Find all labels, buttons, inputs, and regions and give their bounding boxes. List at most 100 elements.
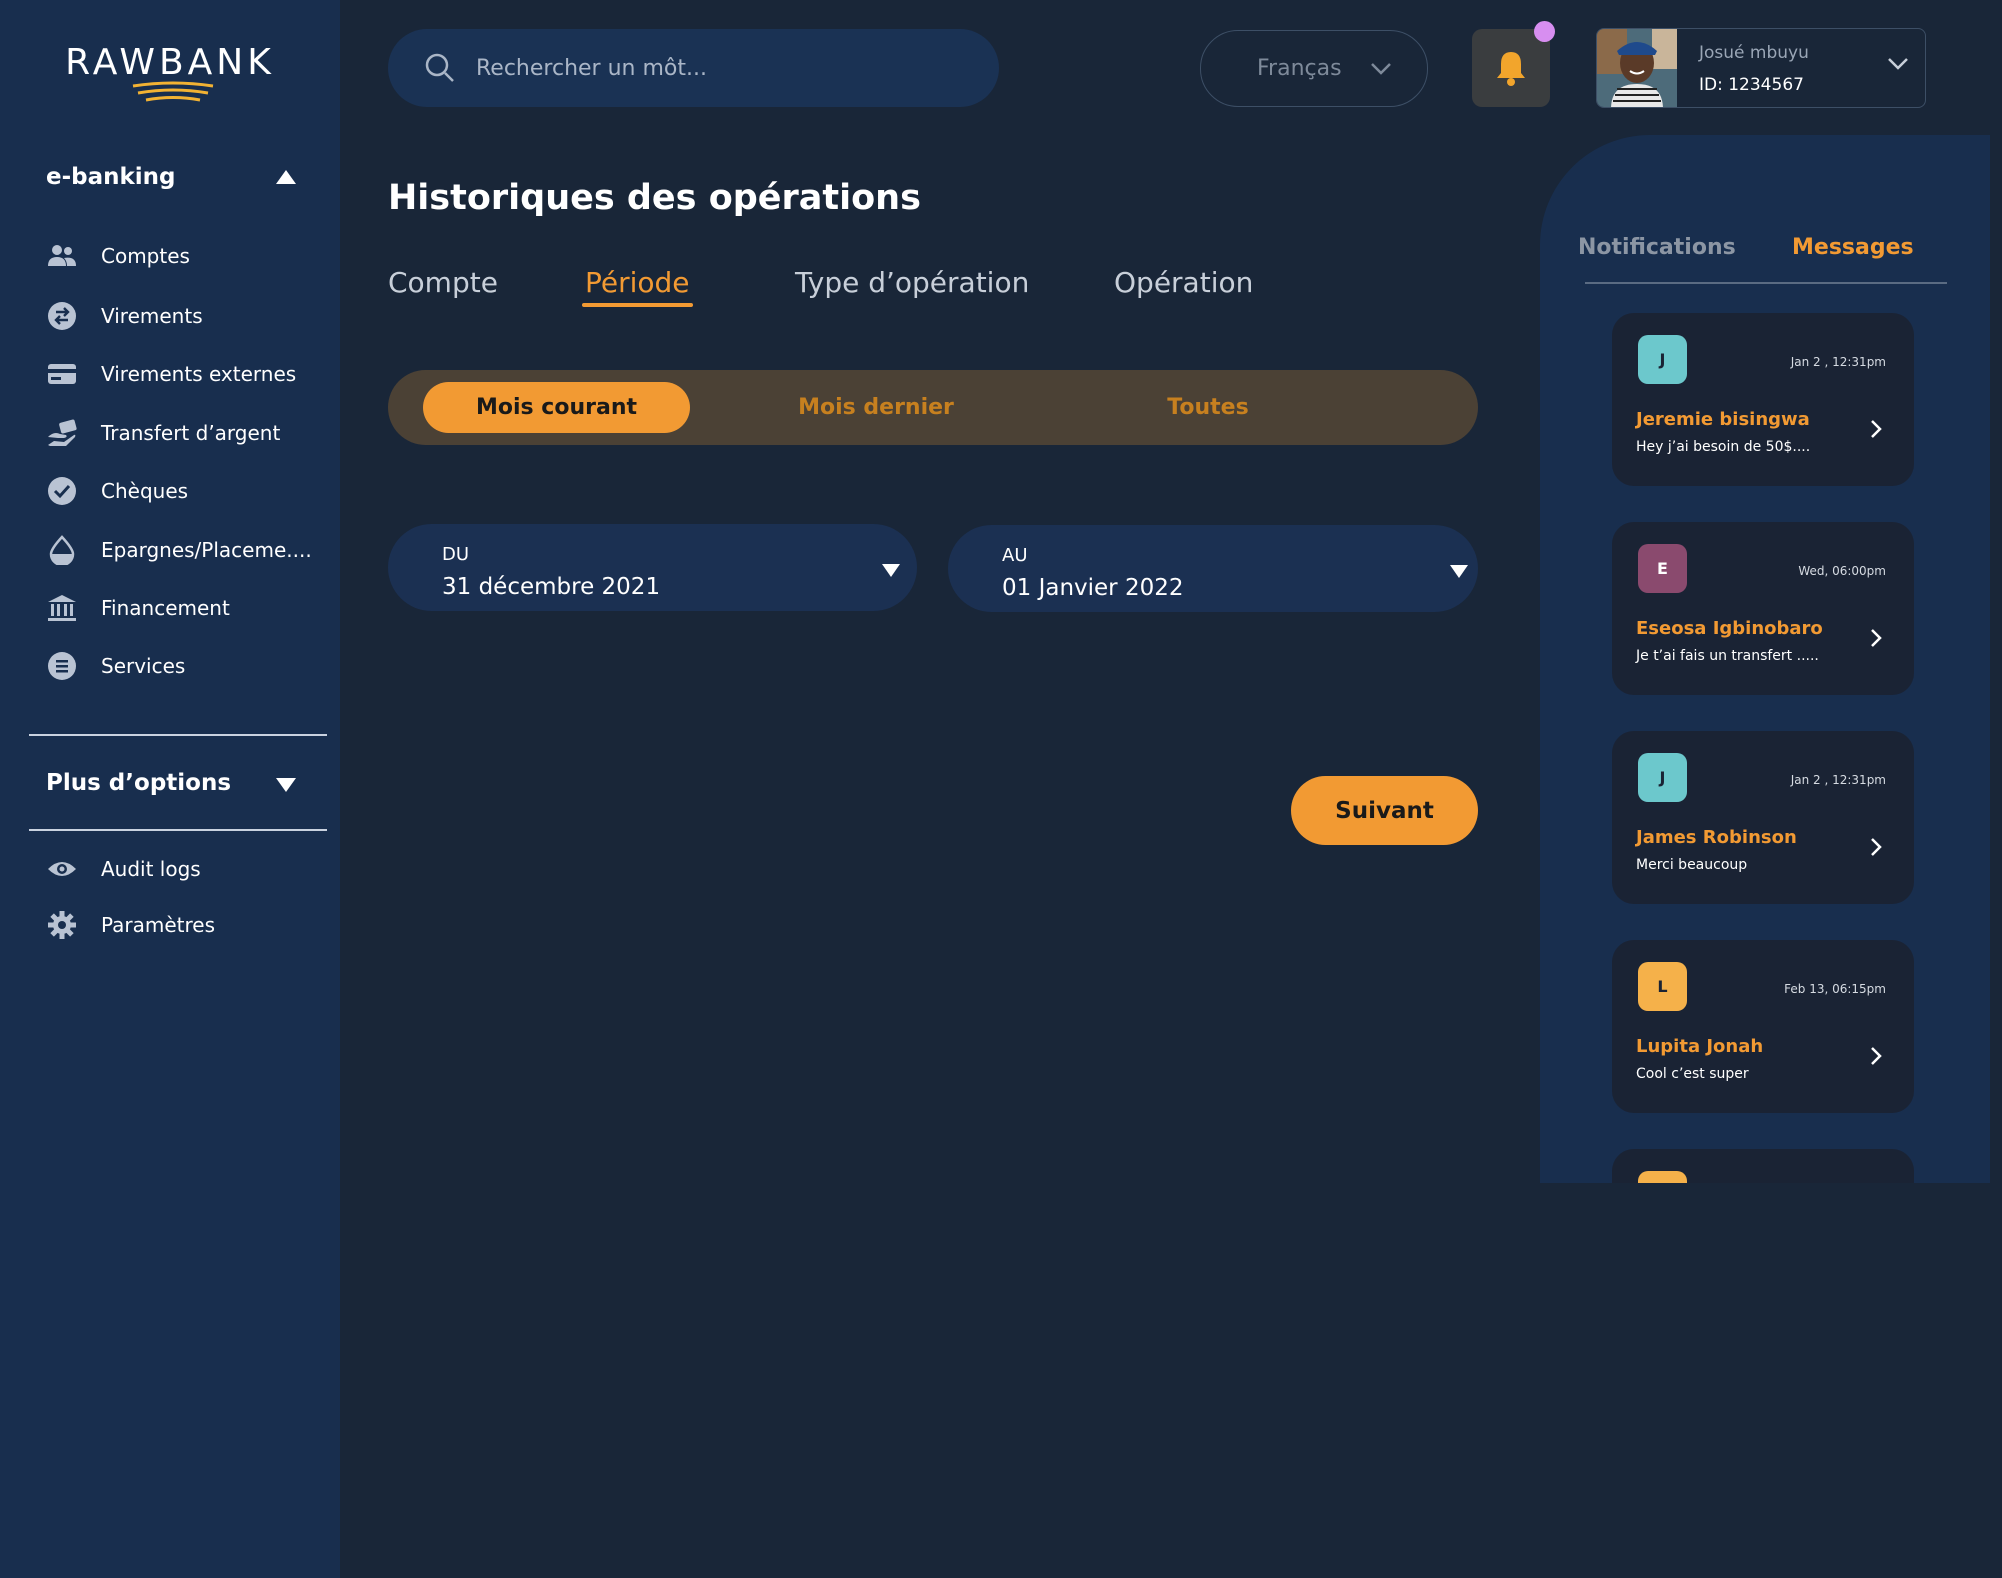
search-icon: [425, 53, 454, 82]
message-card[interactable]: J Jan 2 , 12:31pm James Robinson Merci b…: [1612, 731, 1914, 904]
caret-down-icon: [882, 564, 900, 577]
sidebar-item-label: Transfert d’argent: [101, 421, 281, 445]
sidebar-divider: [29, 829, 327, 831]
message-card-partial[interactable]: [1612, 1149, 1914, 1183]
caret-up-icon[interactable]: [276, 170, 296, 184]
chevron-right-icon: [1871, 838, 1882, 856]
users-icon: [46, 240, 78, 272]
message-card[interactable]: J Jan 2 , 12:31pm Jeremie bisingwa Hey j…: [1612, 313, 1914, 486]
sidebar-item-label: Services: [101, 654, 186, 678]
tab-compte[interactable]: Compte: [388, 266, 498, 299]
message-sender: Eseosa Igbinobaro: [1636, 618, 1823, 639]
sidebar-item-label: Financement: [101, 596, 230, 620]
bell-icon: [1497, 52, 1525, 86]
search-bar[interactable]: [388, 29, 999, 107]
message-preview: Merci beaucoup: [1636, 857, 1748, 873]
tab-active-underline: [582, 303, 693, 307]
credit-card-icon: [46, 358, 78, 390]
section-e-banking[interactable]: e-banking: [46, 164, 176, 190]
message-card[interactable]: E Wed, 06:00pm Eseosa Igbinobaro Je t’ai…: [1612, 522, 1914, 695]
message-card[interactable]: L Feb 13, 06:15pm Lupita Jonah Cool c’es…: [1612, 940, 1914, 1113]
sidebar-item-label: Virements externes: [101, 362, 297, 386]
date-to-select[interactable]: AU 01 Janvier 2022: [948, 525, 1478, 612]
sidebar-item-services[interactable]: Services: [46, 646, 316, 686]
date-from-value: 31 décembre 2021: [442, 574, 661, 600]
gear-icon: [46, 909, 78, 941]
message-avatar-badge: E: [1638, 544, 1687, 593]
sidebar-item-financement[interactable]: Financement: [46, 588, 316, 628]
date-from-label: DU: [442, 544, 470, 565]
tab-notifications[interactable]: Notifications: [1578, 235, 1736, 260]
tabs-divider: [1585, 282, 1947, 284]
tab-periode[interactable]: Période: [585, 266, 690, 299]
next-button[interactable]: Suivant: [1291, 776, 1478, 845]
caret-down-icon: [1450, 565, 1468, 578]
period-toutes[interactable]: Toutes: [1088, 382, 1328, 433]
sidebar-item-label: Paramètres: [101, 913, 216, 937]
sidebar-item-label: Audit logs: [101, 857, 201, 881]
chevron-down-icon: [1370, 62, 1391, 75]
chevron-right-icon: [1871, 629, 1882, 647]
date-to-label: AU: [1002, 545, 1028, 566]
message-sender: Jeremie bisingwa: [1636, 409, 1810, 430]
bank-icon: [46, 592, 78, 624]
date-from-select[interactable]: DU 31 décembre 2021: [388, 524, 917, 611]
tab-messages[interactable]: Messages: [1792, 235, 1914, 260]
message-avatar-badge: J: [1638, 335, 1687, 384]
sidebar-item-comptes[interactable]: Comptes: [46, 236, 316, 276]
sidebar-item-parametres[interactable]: Paramètres: [46, 905, 316, 945]
language-label: Franças: [1257, 56, 1342, 81]
message-preview: Hey j’ai besoin de 50$....: [1636, 439, 1811, 455]
period-selector: Mois courant Mois dernier Toutes: [388, 370, 1478, 445]
message-preview: Cool c’est super: [1636, 1066, 1749, 1082]
page-title: Historiques des opérations: [388, 178, 921, 218]
money-hand-icon: [46, 417, 78, 449]
user-id: ID: 1234567: [1699, 75, 1804, 95]
rawbank-logo[interactable]: RAWBANK: [55, 42, 285, 112]
sidebar-item-label: Epargnes/Placeme....: [101, 538, 312, 562]
notifications-button[interactable]: [1472, 29, 1550, 107]
message-sender: Lupita Jonah: [1636, 1036, 1764, 1057]
logo-swoosh-icon: [132, 81, 214, 102]
date-to-value: 01 Janvier 2022: [1002, 575, 1184, 601]
eye-icon: [46, 853, 78, 885]
message-time: Jan 2 , 12:31pm: [1790, 773, 1886, 787]
notification-dot: [1534, 21, 1555, 42]
caret-down-icon[interactable]: [276, 778, 296, 792]
user-profile[interactable]: Josué mbuyu ID: 1234567: [1596, 28, 1926, 108]
drop-icon: [46, 534, 78, 566]
sidebar-item-virements[interactable]: Virements: [46, 296, 316, 336]
sidebar-item-epargnes[interactable]: Epargnes/Placeme....: [46, 530, 316, 570]
sidebar-item-cheques[interactable]: Chèques: [46, 471, 316, 511]
chevron-right-icon: [1871, 420, 1882, 438]
tab-type-operation[interactable]: Type d’opération: [795, 266, 1029, 299]
period-mois-courant[interactable]: Mois courant: [423, 382, 690, 433]
transfer-icon: [46, 300, 78, 332]
message-avatar-badge: [1638, 1171, 1687, 1183]
sidebar-item-transfert-argent[interactable]: Transfert d’argent: [46, 413, 316, 453]
tab-operation[interactable]: Opération: [1114, 266, 1253, 299]
sidebar-item-label: Virements: [101, 304, 203, 328]
sidebar-item-audit-logs[interactable]: Audit logs: [46, 849, 316, 889]
sidebar-item-label: Comptes: [101, 244, 190, 268]
message-time: Feb 13, 06:15pm: [1784, 982, 1886, 996]
search-input[interactable]: [476, 55, 956, 81]
chevron-down-icon: [1888, 58, 1908, 70]
message-sender: James Robinson: [1636, 827, 1797, 848]
period-mois-dernier[interactable]: Mois dernier: [748, 382, 1004, 433]
message-avatar-badge: J: [1638, 753, 1687, 802]
sidebar-item-label: Chèques: [101, 479, 189, 503]
check-circle-icon: [46, 475, 78, 507]
sidebar: RAWBANK e-banking Comptes Virements Vire…: [0, 0, 340, 1578]
sidebar-item-virements-externes[interactable]: Virements externes: [46, 354, 316, 394]
message-time: Wed, 06:00pm: [1798, 564, 1886, 578]
messages-panel: Notifications Messages J Jan 2 , 12:31pm…: [1540, 135, 1990, 1183]
message-time: Jan 2 , 12:31pm: [1790, 355, 1886, 369]
message-preview: Je t’ai fais un transfert .....: [1636, 648, 1819, 664]
sidebar-divider: [29, 734, 327, 736]
message-avatar-badge: L: [1638, 962, 1687, 1011]
list-icon: [46, 650, 78, 682]
language-select[interactable]: Franças: [1200, 30, 1428, 107]
section-plus-options[interactable]: Plus d’options: [46, 770, 231, 796]
user-name: Josué mbuyu: [1699, 43, 1809, 63]
